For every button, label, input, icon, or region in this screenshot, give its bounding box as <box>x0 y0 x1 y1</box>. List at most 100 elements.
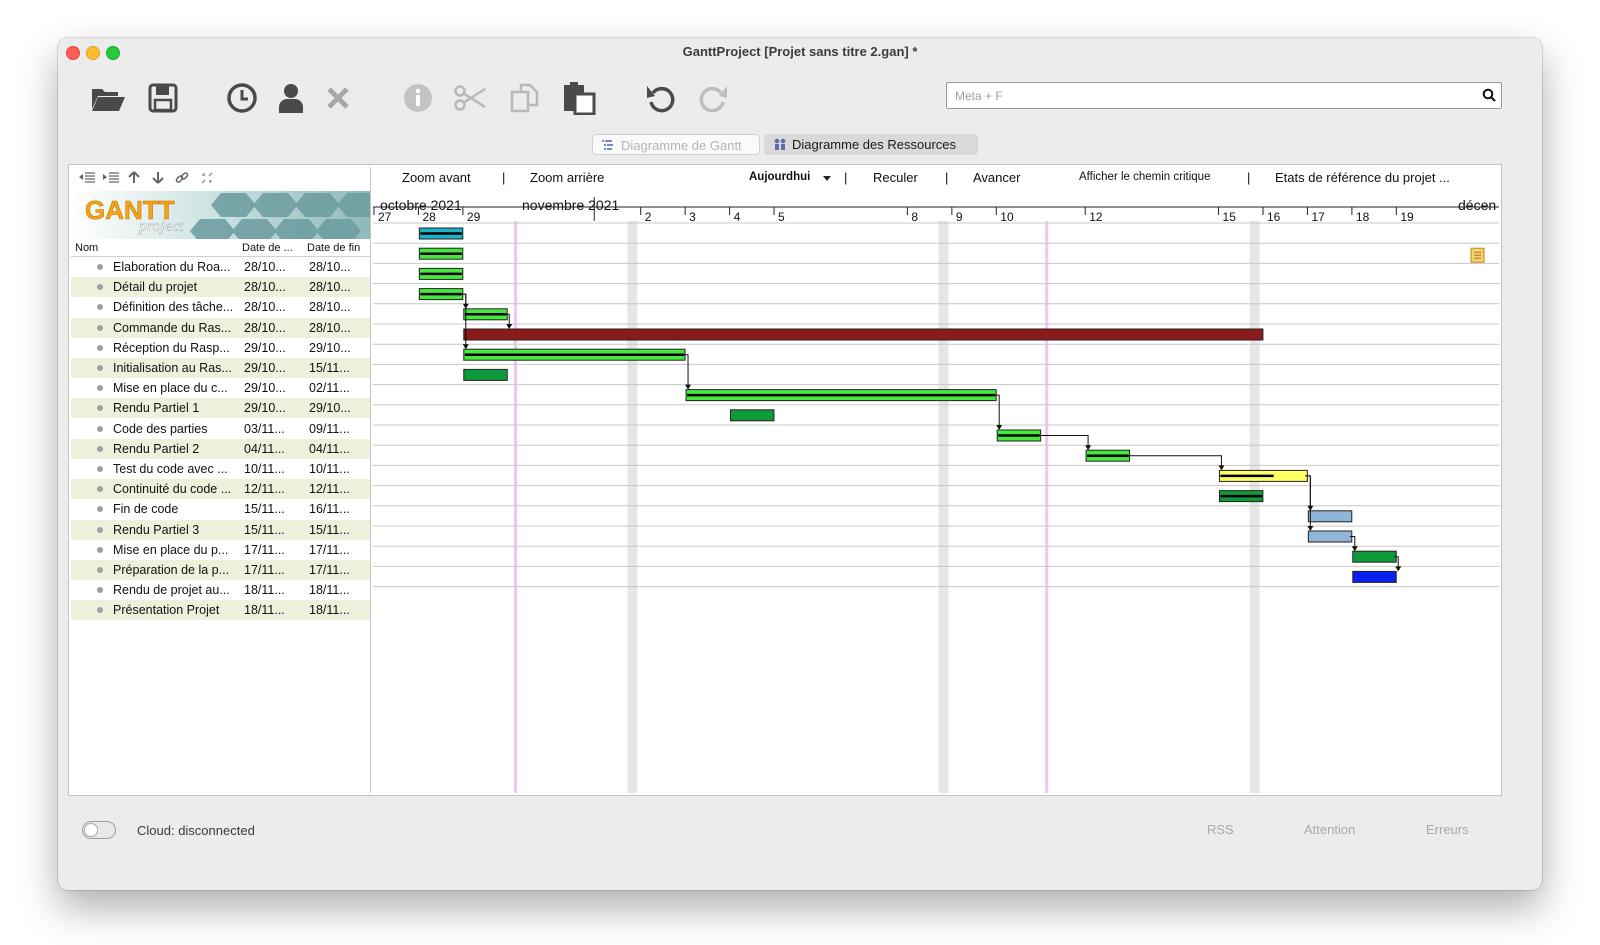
tree-column-headers: Nom Date de ... Date de fin <box>71 240 370 257</box>
toolbar-separator: | <box>844 170 848 185</box>
task-bullet-icon <box>97 607 103 614</box>
task-row[interactable]: Code des parties 03/11... 09/11... <box>71 419 370 439</box>
tab-resources-chart[interactable]: Diagramme des Ressources <box>764 134 978 155</box>
task-end-date: 17/11... <box>309 542 350 557</box>
outdent-icon[interactable] <box>79 171 95 189</box>
task-row[interactable]: Réception du Rasp... 29/10... 29/10... <box>71 338 370 358</box>
day-label: 15 <box>1223 210 1237 224</box>
task-name: Initialisation au Ras... <box>113 361 232 375</box>
link-icon[interactable] <box>175 171 189 190</box>
minimize-window-button[interactable] <box>86 46 100 60</box>
indent-icon[interactable] <box>103 171 119 189</box>
today-dropdown-icon[interactable] <box>822 171 832 186</box>
dependency-arrowhead <box>685 384 692 390</box>
task-start-date: 29/10... <box>244 381 286 396</box>
zoom-out-button[interactable]: Zoom arrière <box>530 170 604 185</box>
task-row[interactable]: Rendu Partiel 3 15/11... 15/11... <box>71 519 370 540</box>
task-row[interactable]: Fin de code 15/11... 16/11... <box>71 499 370 519</box>
task-start-date: 17/11... <box>244 542 285 557</box>
baselines-button[interactable]: Etats de référence du projet ... <box>1275 170 1450 185</box>
day-label: 18 <box>1356 210 1370 224</box>
tree-toolbar <box>71 167 370 189</box>
user-icon[interactable] <box>273 80 309 116</box>
task-start-date: 28/10... <box>244 320 286 335</box>
task-row[interactable]: Commande du Ras... 28/10... 28/10... <box>71 317 370 338</box>
critical-path-button[interactable]: Afficher le chemin critique <box>1079 171 1210 183</box>
task-tree-panel: GANTT project Nom Date de ... Date de fi… <box>71 167 371 793</box>
task-row[interactable]: Rendu Partiel 1 29/10... 29/10... <box>71 398 370 419</box>
task-row[interactable]: Préparation de la p... 17/11... 17/11... <box>71 560 370 580</box>
task-row[interactable]: Test du code avec ... 10/11... 10/11... <box>71 459 370 479</box>
column-end-header[interactable]: Date de fin <box>307 242 360 254</box>
task-end-date: 18/11... <box>309 603 350 618</box>
task-end-date: 28/10... <box>309 280 351 295</box>
today-button[interactable]: Aujourdhui <box>749 171 810 183</box>
task-bullet-icon <box>97 365 103 371</box>
copy-icon[interactable] <box>507 80 543 116</box>
task-bar <box>1352 550 1397 563</box>
task-row[interactable]: Initialisation au Ras... 29/10... 15/11... <box>71 358 370 378</box>
back-button[interactable]: Reculer <box>873 170 918 185</box>
open-folder-icon[interactable] <box>90 80 126 116</box>
task-row[interactable]: Mise en place du c... 29/10... 02/11... <box>71 378 370 398</box>
dependency-arrowhead <box>506 324 513 329</box>
task-row[interactable]: Elaboration du Roa... 28/10... 28/10... <box>71 257 370 277</box>
task-start-date: 17/11... <box>244 563 285 577</box>
delete-icon[interactable] <box>320 80 356 116</box>
dependency-arrowhead <box>1218 465 1225 471</box>
app-window: GanttProject [Projet sans titre 2.gan] * <box>58 38 1542 890</box>
task-start-date: 28/10... <box>244 300 286 315</box>
task-row[interactable]: Continuité du code ... 12/11... 12/11... <box>71 479 370 500</box>
errors-link[interactable]: Erreurs <box>1426 822 1469 837</box>
task-end-date: 29/10... <box>309 340 351 355</box>
task-end-date: 18/11... <box>309 583 350 598</box>
day-label: 16 <box>1267 210 1281 224</box>
status-bar: Cloud: disconnected RSS Attention Erreur… <box>58 814 1542 846</box>
dependency-arrowhead <box>1307 526 1314 531</box>
task-row[interactable]: Mise en place du p... 17/11... 17/11... <box>71 540 370 560</box>
tab-gantt-chart[interactable]: Diagramme de Gantt <box>592 134 760 155</box>
forward-button[interactable]: Avancer <box>973 170 1020 185</box>
redo-icon[interactable] <box>695 80 731 116</box>
task-name: Rendu de projet au... <box>113 583 230 598</box>
rss-link[interactable]: RSS <box>1207 822 1234 837</box>
task-name: Elaboration du Roa... <box>113 260 231 274</box>
info-icon[interactable] <box>400 80 436 116</box>
attention-link[interactable]: Attention <box>1304 822 1355 837</box>
dependency-arrowhead <box>1395 566 1402 572</box>
search-icon[interactable] <box>1482 88 1496 107</box>
day-label: 3 <box>689 210 696 224</box>
gantt-chart <box>373 221 1499 793</box>
column-name-header[interactable]: Nom <box>75 242 98 254</box>
tab-gantt-label: Diagramme de Gantt <box>621 138 742 153</box>
cloud-toggle[interactable] <box>82 821 116 839</box>
undo-icon[interactable] <box>643 80 679 116</box>
save-icon[interactable] <box>145 80 181 116</box>
zoom-in-button[interactable]: Zoom avant <box>402 170 471 185</box>
paste-icon[interactable] <box>561 80 597 116</box>
task-name: Commande du Ras... <box>113 320 232 335</box>
task-bullet-icon <box>97 385 103 392</box>
task-row[interactable]: Rendu de projet au... 18/11... 18/11... <box>71 580 370 600</box>
day-axis: 2728292345891012151617181922232425262930… <box>373 197 1499 224</box>
task-start-date: 15/11... <box>244 502 285 517</box>
task-start-date: 29/10... <box>244 340 286 355</box>
task-bar <box>1352 570 1397 583</box>
close-window-button[interactable] <box>66 46 80 60</box>
task-start-date: 12/11... <box>244 482 285 497</box>
move-down-icon[interactable] <box>152 171 164 189</box>
history-clock-icon[interactable] <box>224 80 260 116</box>
move-up-icon[interactable] <box>128 171 140 189</box>
day-label: 9 <box>956 210 963 224</box>
day-label: 12 <box>1089 210 1103 224</box>
unlink-icon[interactable] <box>200 171 214 190</box>
task-row[interactable]: Définition des tâche... 28/10... 28/10... <box>71 297 370 317</box>
task-row[interactable]: Détail du projet 28/10... 28/10... <box>71 277 370 298</box>
task-row[interactable]: Rendu Partiel 2 04/11... 04/11... <box>71 438 370 459</box>
cut-scissors-icon[interactable] <box>452 80 488 116</box>
maximize-window-button[interactable] <box>106 46 120 60</box>
task-row[interactable]: Présentation Projet 18/11... 18/11... <box>71 600 370 621</box>
task-bar <box>463 368 508 381</box>
search-input[interactable] <box>947 83 1483 108</box>
column-start-header[interactable]: Date de ... <box>242 242 293 254</box>
